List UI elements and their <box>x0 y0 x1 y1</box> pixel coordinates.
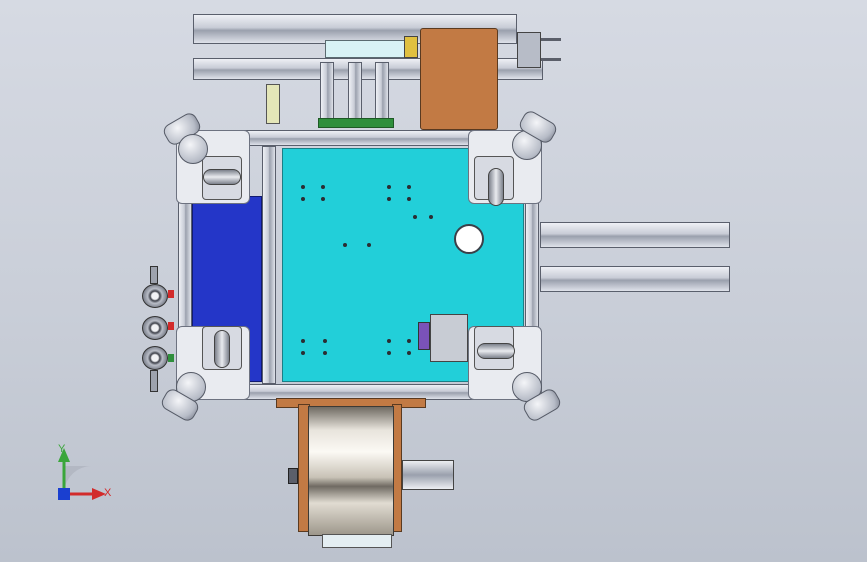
rail-end-pin-bottom <box>541 58 561 61</box>
inner-left-post <box>262 146 276 384</box>
drum-drive-motor[interactable] <box>402 460 454 490</box>
right-extension-rail-top[interactable] <box>540 222 730 248</box>
bracket-post <box>266 84 280 124</box>
right-extension-rail-bottom[interactable] <box>540 266 730 292</box>
caster-wheel-icon <box>203 169 241 185</box>
motor-gear <box>418 322 430 350</box>
roller-drum-icon[interactable] <box>308 406 394 536</box>
sensor-rod-1[interactable] <box>320 62 334 120</box>
valve-red-fitting <box>168 322 174 330</box>
pneumatic-valve-icon[interactable] <box>142 284 168 308</box>
pneumatic-valve-icon[interactable] <box>142 316 168 340</box>
table-cutout-hole <box>454 224 484 254</box>
pcb-strip <box>318 118 394 128</box>
motor-coupler <box>404 36 418 58</box>
valve-stem <box>150 266 158 284</box>
valve-green-fitting <box>168 354 174 362</box>
motor-block[interactable] <box>420 28 498 130</box>
caster-wheel-icon <box>488 168 504 206</box>
leveling-knob-icon[interactable] <box>178 134 208 164</box>
top-rail-slider[interactable] <box>325 40 405 58</box>
axis-y-label: Y <box>58 443 66 455</box>
axis-x-label: X <box>104 487 112 499</box>
caster-wheel-icon <box>214 330 230 368</box>
valve-red-fitting <box>168 290 174 298</box>
sensor-rod-3[interactable] <box>375 62 389 120</box>
rail-end-cap <box>517 32 541 68</box>
valve-stem <box>150 370 158 392</box>
caster-wheel-icon <box>477 343 515 359</box>
drum-tensioner[interactable] <box>288 468 298 484</box>
drum-base-plate <box>322 534 392 548</box>
stepper-motor-small[interactable] <box>430 314 468 362</box>
pneumatic-valve-icon[interactable] <box>142 346 168 370</box>
sensor-rod-2[interactable] <box>348 62 362 120</box>
rail-end-pin-top <box>541 38 561 41</box>
